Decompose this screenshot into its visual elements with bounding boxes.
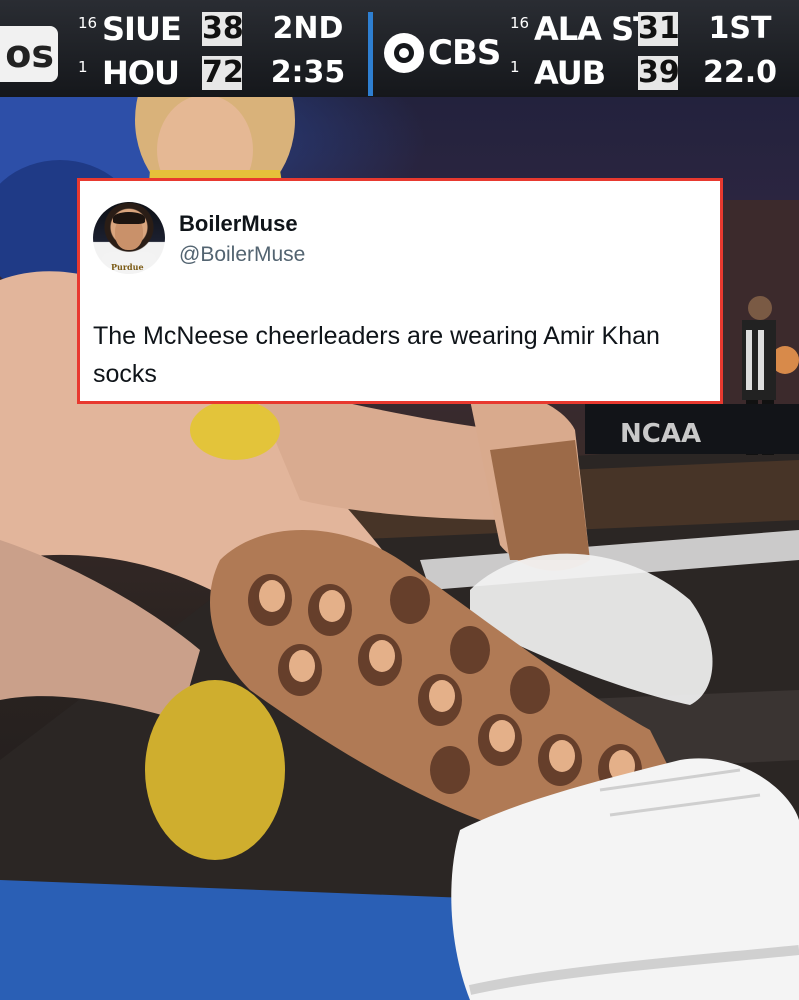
tweet-handle[interactable]: @BoilerMuse bbox=[179, 243, 305, 267]
team-seed: 16 bbox=[78, 14, 98, 32]
team-seed: 1 bbox=[510, 58, 520, 76]
team-seed: 1 bbox=[78, 58, 88, 76]
team-row: 16 ALA ST 31 1ST bbox=[510, 10, 795, 48]
cbs-logo: CBS bbox=[384, 28, 501, 78]
team-name: HOU bbox=[102, 54, 180, 92]
avatar-jersey-text: Purdue bbox=[111, 262, 144, 272]
team-name: SIUE bbox=[102, 10, 182, 48]
team-row: 1 AUB 39 22.0 bbox=[510, 54, 795, 92]
network-logo: os bbox=[0, 26, 58, 82]
team-score: 31 bbox=[638, 11, 680, 46]
tweet-card[interactable]: Purdue BoilerMuse @BoilerMuse The McNees… bbox=[77, 178, 723, 404]
background-photo: NCAA bbox=[0, 0, 799, 1000]
team-score: 38 bbox=[202, 11, 244, 46]
scoreboard-divider bbox=[368, 12, 373, 96]
team-name: AUB bbox=[534, 54, 606, 92]
avatar-hair bbox=[113, 212, 145, 224]
avatar[interactable]: Purdue bbox=[93, 202, 165, 274]
game-score-2: 16 ALA ST 31 1ST 1 AUB 39 22.0 bbox=[510, 10, 795, 92]
team-name: ALA ST bbox=[534, 10, 655, 48]
cheerleader-socks-scene: NCAA bbox=[0, 30, 799, 1000]
tweet-display-name[interactable]: BoilerMuse bbox=[179, 211, 298, 237]
scoreboard-bar: os 16 SIUE 38 2ND 1 HOU 72 2:35 CBS 16 A… bbox=[0, 0, 799, 97]
ncaa-banner-text: NCAA bbox=[620, 419, 701, 449]
game-clock: 2:35 bbox=[270, 55, 346, 90]
game-score-1: 16 SIUE 38 2ND 1 HOU 72 2:35 bbox=[78, 10, 363, 92]
team-row: 1 HOU 72 2:35 bbox=[78, 54, 363, 92]
broadcaster-name: CBS bbox=[428, 33, 501, 73]
game-period: 2ND bbox=[272, 11, 344, 46]
team-score: 72 bbox=[202, 55, 244, 90]
game-clock: 22.0 bbox=[702, 55, 778, 90]
game-period: 1ST bbox=[708, 11, 772, 46]
cbs-eye-icon bbox=[384, 33, 424, 73]
team-score: 39 bbox=[638, 55, 680, 90]
tweet-text: The McNeese cheerleaders are wearing Ami… bbox=[93, 322, 660, 388]
team-seed: 16 bbox=[510, 14, 530, 32]
team-row: 16 SIUE 38 2ND bbox=[78, 10, 363, 48]
